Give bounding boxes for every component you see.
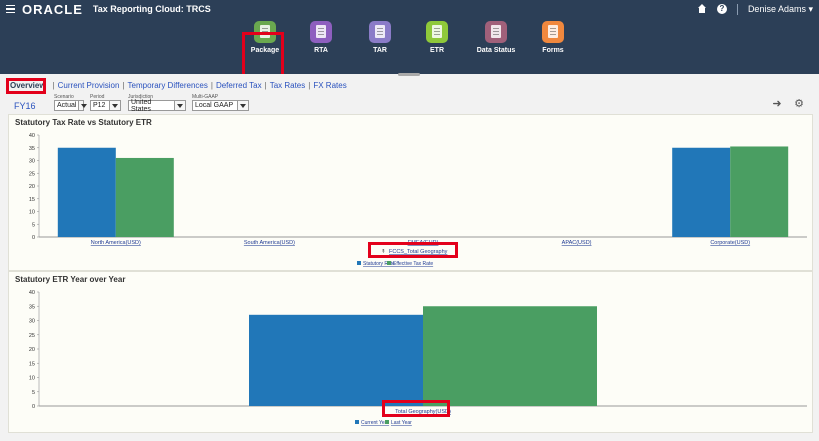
bar-effective-tax-rate[interactable] bbox=[730, 146, 789, 237]
legend-swatch bbox=[385, 420, 389, 424]
multigaap-select[interactable]: Local GAAP bbox=[192, 100, 249, 111]
y-tick-label: 30 bbox=[29, 319, 35, 325]
tar-icon bbox=[369, 21, 391, 43]
go-arrow-button[interactable]: ➜ bbox=[768, 96, 786, 110]
tab-deferred-tax[interactable]: Deferred Tax bbox=[216, 81, 262, 90]
legend-label[interactable]: Effective Tax Rate bbox=[393, 261, 433, 267]
legend-swatch bbox=[387, 261, 391, 265]
y-tick-label: 35 bbox=[29, 146, 35, 152]
y-tick-label: 15 bbox=[29, 197, 35, 203]
x-tick-label[interactable]: Corporate(USD) bbox=[710, 240, 750, 246]
nav-forms[interactable]: Forms bbox=[530, 21, 576, 54]
nav-tar[interactable]: TAR bbox=[357, 21, 403, 54]
chevron-down-icon bbox=[237, 101, 248, 110]
pov-jurisdiction: Jurisdiction United States bbox=[128, 94, 186, 113]
tab-separator: | bbox=[308, 81, 311, 90]
user-name: Denise Adams bbox=[747, 3, 806, 14]
geography-filter-highlight-box bbox=[368, 242, 458, 258]
global-header: ORACLE Tax Reporting Cloud: TRCS ? Denis… bbox=[0, 0, 819, 18]
springboard: Package RTA TAR ETR Data Status Forms bbox=[0, 18, 819, 92]
y-tick-label: 25 bbox=[29, 171, 35, 177]
tab-separator: | bbox=[210, 81, 213, 90]
jurisdiction-select[interactable]: United States bbox=[128, 98, 186, 113]
springboard-collapse-handle[interactable] bbox=[398, 73, 420, 76]
bar-statutory-rate[interactable] bbox=[57, 147, 116, 237]
nav-label: ETR bbox=[430, 47, 444, 54]
chevron-down-icon bbox=[78, 101, 87, 110]
overview-highlight-box bbox=[6, 78, 46, 94]
header-divider bbox=[736, 3, 738, 15]
oracle-logo: ORACLE bbox=[22, 1, 83, 17]
etr-icon bbox=[426, 21, 448, 43]
pov-multigaap: Multi-GAAP Local GAAP bbox=[192, 94, 249, 111]
tab-current-provision[interactable]: Current Provision bbox=[58, 81, 120, 90]
pov-period: Period P12 bbox=[90, 94, 121, 111]
scenario-value: Actual bbox=[57, 102, 77, 109]
forms-icon bbox=[542, 21, 564, 43]
y-tick-label: 10 bbox=[29, 210, 35, 216]
tab-separator: | bbox=[52, 81, 55, 90]
tab-tax-rates[interactable]: Tax Rates bbox=[270, 81, 306, 90]
y-tick-label: 5 bbox=[32, 222, 35, 228]
tab-temporary-differences[interactable]: Temporary Differences bbox=[128, 81, 208, 90]
nav-label: Forms bbox=[542, 47, 564, 54]
nav-data-status[interactable]: Data Status bbox=[473, 21, 519, 54]
chevron-down-icon bbox=[174, 101, 185, 110]
y-tick-label: 30 bbox=[29, 159, 35, 165]
tab-separator: | bbox=[122, 81, 125, 90]
y-tick-label: 0 bbox=[32, 235, 35, 241]
help-icon[interactable]: ? bbox=[716, 4, 727, 14]
nav-etr[interactable]: ETR bbox=[414, 21, 460, 54]
tab-bar: Overview | Current Provision | Temporary Dif… bbox=[10, 81, 347, 90]
x-tick-label[interactable]: APAC(USD) bbox=[562, 240, 592, 246]
y-tick-label: 40 bbox=[29, 133, 35, 139]
navigator-menu-icon[interactable] bbox=[2, 0, 18, 18]
y-tick-label: 20 bbox=[29, 347, 35, 353]
y-tick-label: 25 bbox=[29, 333, 35, 339]
tab-fx-rates[interactable]: FX Rates bbox=[313, 81, 346, 90]
app-title: Tax Reporting Cloud: TRCS bbox=[92, 4, 211, 14]
jurisdiction-value: United States bbox=[131, 98, 152, 113]
y-tick-label: 35 bbox=[29, 304, 35, 310]
multigaap-value: Local GAAP bbox=[195, 102, 234, 109]
nav-label: RTA bbox=[314, 47, 328, 54]
bar-effective-tax-rate[interactable] bbox=[115, 157, 174, 237]
bar-statutory-rate[interactable] bbox=[672, 147, 731, 237]
chevron-down-icon bbox=[109, 101, 120, 110]
settings-gear-icon[interactable]: ⚙ bbox=[790, 96, 808, 110]
x-tick-label[interactable]: North America(USD) bbox=[91, 240, 141, 246]
legend-swatch bbox=[355, 420, 359, 424]
legend-label[interactable]: Last Year bbox=[391, 420, 412, 426]
user-menu[interactable]: Denise Adams ▾ bbox=[748, 4, 813, 15]
period-value: P12 bbox=[93, 102, 106, 109]
tab-separator: | bbox=[264, 81, 267, 90]
pov-year[interactable]: FY16 bbox=[14, 101, 36, 111]
pov-scenario: Scenario Actual bbox=[54, 94, 87, 111]
period-select[interactable]: P12 bbox=[90, 100, 121, 111]
total-geography-highlight-box bbox=[382, 400, 450, 417]
y-tick-label: 40 bbox=[29, 290, 35, 296]
y-tick-label: 20 bbox=[29, 184, 35, 190]
package-highlight-box bbox=[242, 32, 284, 78]
y-tick-label: 10 bbox=[29, 376, 35, 382]
nav-rta[interactable]: RTA bbox=[298, 21, 344, 54]
scenario-select[interactable]: Actual bbox=[54, 100, 87, 111]
nav-label: Data Status bbox=[476, 47, 516, 54]
y-tick-label: 15 bbox=[29, 361, 35, 367]
bar-last-year[interactable] bbox=[423, 306, 597, 406]
legend-swatch bbox=[357, 261, 361, 265]
pov-bar: FY16 Scenario Actual Period P12 Jurisdic… bbox=[8, 94, 813, 114]
content-area: Overview | Current Provision | Temporary Dif… bbox=[0, 73, 819, 441]
data-status-icon bbox=[485, 21, 507, 43]
y-tick-label: 5 bbox=[32, 390, 35, 396]
nav-label: TAR bbox=[373, 47, 387, 54]
rta-icon bbox=[310, 21, 332, 43]
x-tick-label[interactable]: South America(USD) bbox=[244, 240, 295, 246]
home-icon[interactable] bbox=[697, 4, 707, 14]
bar-current-year[interactable] bbox=[249, 314, 423, 406]
y-tick-label: 0 bbox=[32, 404, 35, 410]
